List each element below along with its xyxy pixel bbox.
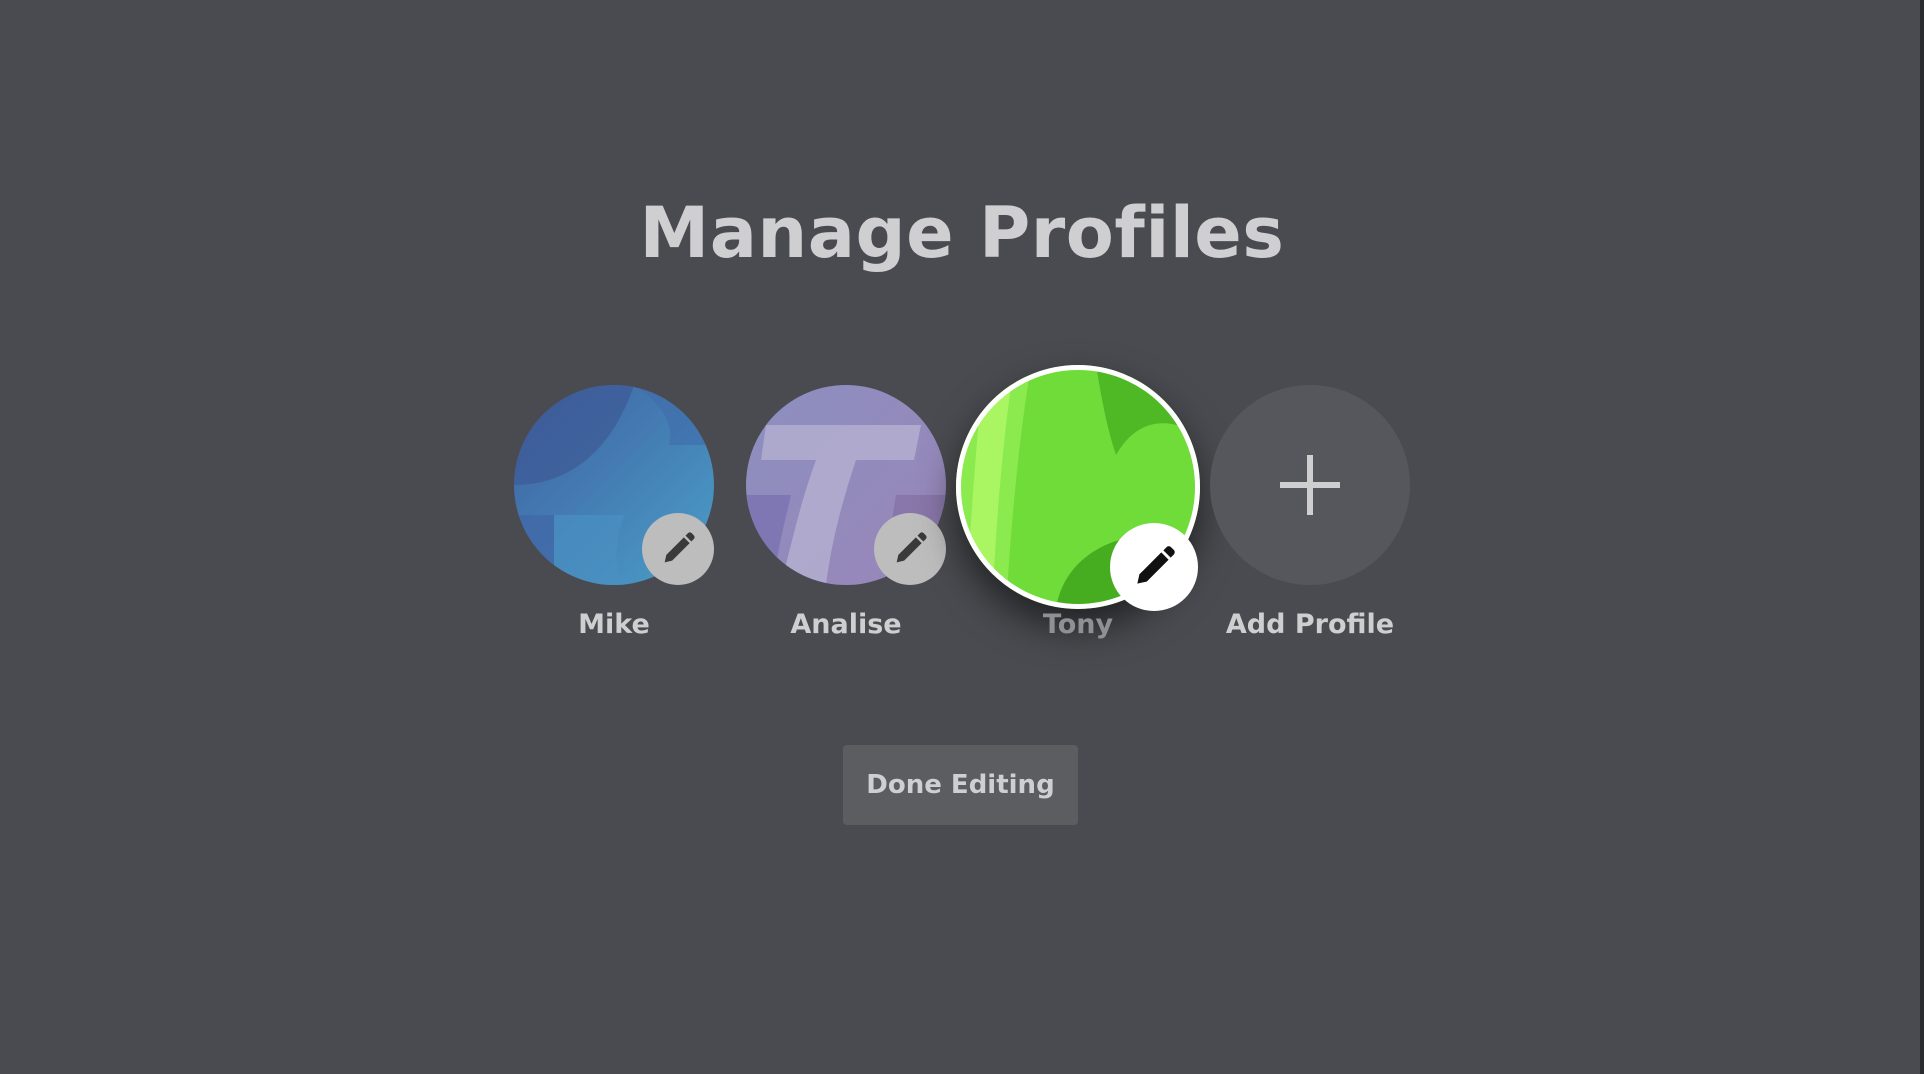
profile-name-analise: Analise: [790, 609, 902, 640]
done-editing-button[interactable]: Done Editing: [843, 745, 1078, 825]
add-profile[interactable]: Add Profile: [1190, 385, 1430, 665]
profile-tony[interactable]: Tony: [956, 365, 1200, 665]
profile-analise[interactable]: Analise: [726, 385, 966, 665]
manage-profiles-screen: Manage Profiles Mike Analise Tony Add Pr…: [0, 0, 1924, 1074]
scrollbar[interactable]: [1920, 0, 1924, 1074]
profile-name-tony: Tony: [1042, 609, 1114, 640]
edit-profile-button-tony[interactable]: [1110, 523, 1198, 611]
pencil-icon: [664, 532, 695, 563]
edit-profile-button-mike[interactable]: [642, 513, 714, 585]
pencil-icon: [896, 532, 927, 563]
profile-mike[interactable]: Mike: [494, 385, 734, 665]
add-profile-label: Add Profile: [1225, 609, 1395, 640]
pencil-icon: [1137, 546, 1175, 584]
profile-name-mike: Mike: [578, 609, 650, 640]
plus-icon: [1280, 455, 1340, 515]
profile-list: Mike Analise Tony Add Profile: [0, 0, 1924, 700]
add-profile-button[interactable]: [1210, 385, 1410, 585]
edit-profile-button-analise[interactable]: [874, 513, 946, 585]
